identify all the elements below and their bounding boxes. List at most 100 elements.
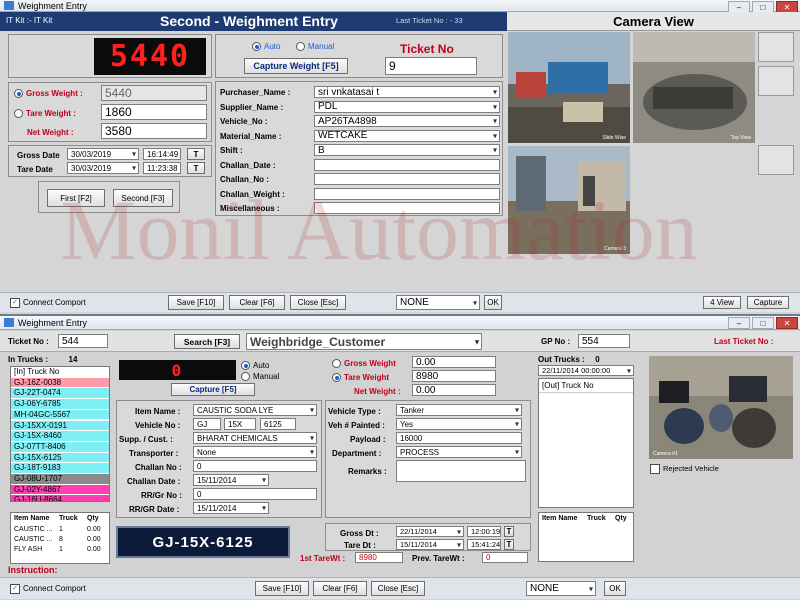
bottom-gross-label[interactable]: Gross Weight	[332, 359, 396, 369]
auto-radio[interactable]	[252, 42, 261, 52]
top-device-select[interactable]: NONE	[396, 295, 480, 310]
vehicle-series-field[interactable]: 15X	[224, 418, 256, 430]
bottom-mode-manual[interactable]: Manual	[241, 372, 279, 382]
field-value-5[interactable]	[314, 158, 500, 171]
bottom-capture-button[interactable]: Capture [F5]	[171, 383, 255, 396]
rejected-vehicle-checkbox[interactable]	[650, 464, 660, 475]
gross-dt-button[interactable]: T	[504, 526, 514, 537]
in-truck-item[interactable]: GJ-16Z-0038	[11, 377, 109, 389]
top-comport-checkbox[interactable]: ✓	[10, 298, 20, 308]
bottom-comport-checkbox[interactable]: ✓	[10, 584, 20, 594]
top-close-button[interactable]: Close [Esc]	[290, 295, 346, 310]
gross-time-button[interactable]: T	[187, 148, 205, 160]
camera-capture-button[interactable]: Capture	[747, 296, 789, 309]
camera-feed-1[interactable]: Slide Wise	[508, 32, 630, 143]
in-truck-item[interactable]: GJ-02Y-4867	[11, 484, 109, 496]
in-truck-item[interactable]: GJ-16U-8664	[11, 495, 109, 501]
in-trucks-list[interactable]: [In] Truck No GJ-16Z-0038 GJ-22T-0474 GJ-06…	[10, 366, 110, 502]
four-view-button[interactable]: 4 View	[703, 296, 741, 309]
bottom-close-button[interactable]: Close [Esc]	[371, 581, 425, 596]
field-value-2[interactable]: AP26TA4898	[314, 115, 500, 127]
challan-no-field[interactable]: 0	[193, 460, 317, 472]
mode-auto-option[interactable]: Auto	[252, 42, 280, 52]
bottom-auto-radio[interactable]	[241, 361, 250, 371]
field-value-4[interactable]: B	[314, 144, 500, 156]
bottom-connect-comport[interactable]: ✓ Connect Comport	[10, 584, 86, 594]
tare-weight-field[interactable]: 1860	[101, 104, 207, 120]
gross-time-field[interactable]: 16:14:49	[143, 148, 181, 160]
bottom-close-icon[interactable]: ✕	[776, 317, 798, 329]
in-truck-item[interactable]: GJ-15XX-0191	[11, 420, 109, 432]
tare-dt-button[interactable]: T	[504, 539, 514, 550]
rrgr-date-picker[interactable]: 15/11/2014	[193, 502, 269, 514]
prev-tare-field[interactable]: 0	[482, 552, 528, 563]
bottom-ok-button[interactable]: OK	[604, 581, 626, 596]
top-clear-button[interactable]: Clear [F6]	[229, 295, 285, 310]
tare-time-button[interactable]: T	[187, 162, 205, 174]
bottom-minimize-icon[interactable]: –	[728, 317, 750, 329]
in-truck-item[interactable]: GJ-15X-6125	[11, 452, 109, 464]
field-value-6[interactable]	[314, 173, 500, 185]
bottom-clear-button[interactable]: Clear [F6]	[313, 581, 367, 596]
in-truck-item[interactable]: GJ-06Y-6785	[11, 399, 109, 410]
tare-dt-time[interactable]: 15:41:24	[467, 539, 501, 550]
vehicle-number-field[interactable]: 6125	[260, 418, 296, 430]
camera-slot-4[interactable]	[758, 32, 794, 62]
gross-date-picker[interactable]: 30/03/2019	[67, 148, 139, 160]
top-save-button[interactable]: Save [F10]	[168, 295, 224, 310]
tare-weight-label[interactable]: Tare Weight :	[14, 109, 76, 119]
field-value-8[interactable]	[314, 202, 500, 214]
bottom-tare-radio[interactable]	[332, 373, 341, 383]
top-ok-button[interactable]: OK	[484, 295, 502, 310]
gross-weight-field[interactable]: 5440	[101, 85, 207, 101]
bottom-save-button[interactable]: Save [F10]	[255, 581, 309, 596]
field-value-3[interactable]: WETCAKE	[314, 129, 500, 142]
camera-feed-3[interactable]: Camera 3	[508, 146, 630, 254]
net-weight-field[interactable]: 3580	[101, 123, 207, 139]
first-weighment-button[interactable]: First [F2]	[47, 189, 105, 207]
bottom-net-field[interactable]: 0.00	[412, 384, 496, 396]
out-trucks-list[interactable]: [Out] Truck No	[538, 378, 634, 508]
top-connect-comport[interactable]: ✓ Connect Comport	[10, 298, 86, 308]
bottom-ticket-field[interactable]: 544	[58, 334, 108, 348]
first-tare-field[interactable]: 8980	[355, 552, 403, 563]
challan-date-picker[interactable]: 15/11/2014	[193, 474, 269, 486]
ticket-no-field[interactable]: 9	[385, 57, 477, 75]
manual-radio[interactable]	[296, 42, 305, 52]
tare-time-field[interactable]: 11:23:38	[143, 162, 181, 174]
bottom-gross-field[interactable]: 0.00	[412, 356, 496, 368]
gross-dt-time[interactable]: 12:00:19	[467, 526, 501, 537]
item-name-select[interactable]: CAUSTIC SODA LYE	[193, 404, 317, 416]
bottom-gross-radio[interactable]	[332, 359, 341, 369]
bottom-tare-label[interactable]: Tare Weight	[332, 373, 389, 383]
camera-feed-2[interactable]: Top View	[633, 32, 755, 143]
capture-weight-button[interactable]: Capture Weight [F5]	[244, 58, 348, 74]
mode-manual-option[interactable]: Manual	[296, 42, 334, 52]
field-value-1[interactable]: PDL	[314, 100, 500, 113]
in-truck-item[interactable]: GJ-08U-1707	[11, 474, 109, 485]
gross-radio[interactable]	[14, 89, 23, 99]
rrgr-no-field[interactable]: 0	[193, 488, 317, 500]
search-button[interactable]: Search [F3]	[174, 334, 240, 349]
bottom-manual-radio[interactable]	[241, 372, 250, 382]
tare-date-picker[interactable]: 30/03/2019	[67, 162, 139, 174]
tare-dt-date[interactable]: 15/11/2014	[396, 539, 464, 550]
camera-slot-5[interactable]	[758, 66, 794, 96]
gross-dt-date[interactable]: 22/11/2014	[396, 526, 464, 537]
payload-field[interactable]: 16000	[396, 432, 522, 444]
vehicle-type-select[interactable]: Tanker	[396, 404, 522, 416]
supp-cust-select[interactable]: BHARAT CHEMICALS	[193, 432, 317, 444]
customer-select[interactable]: Weighbridge_Customer	[246, 333, 482, 350]
field-value-0[interactable]: sri vnkatasai t	[314, 86, 500, 98]
rejected-vehicle-option[interactable]: Rejected Vehicle	[650, 464, 719, 475]
bottom-device-select[interactable]: NONE	[526, 581, 596, 596]
tare-radio[interactable]	[14, 109, 23, 119]
in-truck-item[interactable]: MH-04GC-5567	[11, 409, 109, 421]
out-date-picker[interactable]: 22/11/2014 00:00:00	[538, 365, 634, 376]
gp-no-field[interactable]: 554	[578, 334, 630, 348]
bottom-tare-field[interactable]: 8980	[412, 370, 496, 382]
bottom-mode-auto[interactable]: Auto	[241, 361, 269, 371]
second-weighment-button[interactable]: Second [F3]	[113, 189, 173, 207]
veh-painted-select[interactable]: Yes	[396, 418, 522, 430]
gross-weight-label[interactable]: Gross Weight :	[14, 89, 83, 99]
